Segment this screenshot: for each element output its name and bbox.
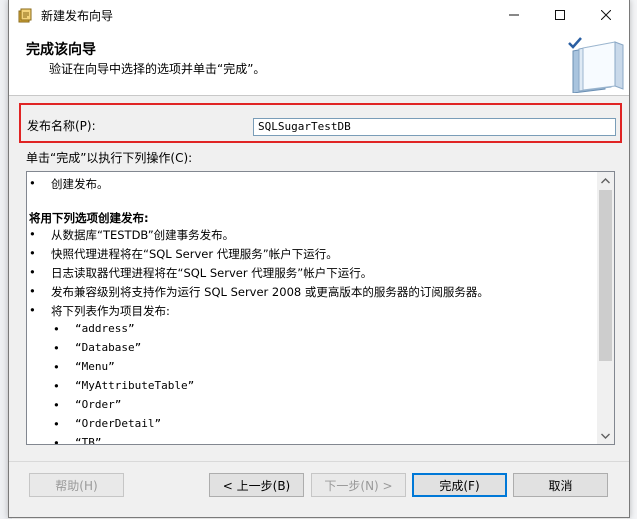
publication-name-input[interactable]: SQLSugarTestDB [253, 118, 616, 136]
bullet: • [29, 265, 36, 279]
scroll-down-button[interactable] [597, 427, 614, 444]
bullet: • [53, 417, 60, 431]
wizard-header: 完成该向导 验证在向导中选择的选项并单击“完成”。 [9, 31, 629, 96]
article-name: “Menu” [75, 360, 115, 373]
article-name: “TB” [75, 436, 102, 445]
footer-divider [9, 461, 629, 462]
bullet: • [53, 341, 60, 355]
bullet: • [53, 379, 60, 393]
article-name: “OrderDetail” [75, 417, 162, 430]
page-subtitle: 验证在向导中选择的选项并单击“完成”。 [49, 62, 266, 76]
summary-scrollbar[interactable] [597, 172, 614, 444]
page-title: 完成该向导 [26, 42, 96, 58]
wizard-app-icon [18, 8, 32, 23]
bullet: • [29, 176, 36, 190]
summary-option-2: 快照代理进程将在“SQL Server 代理服务”帐户下运行。 [51, 247, 338, 261]
article-name: “Database” [75, 341, 142, 354]
bullet: • [29, 284, 36, 298]
summary-option-5: 将下列表作为项目发布: [51, 304, 170, 318]
window-title: 新建发布向导 [41, 9, 114, 23]
bullet: • [29, 246, 36, 260]
help-button[interactable]: 帮助(H) [29, 473, 124, 497]
close-button[interactable] [583, 0, 629, 31]
minimize-button[interactable] [491, 0, 537, 31]
summary-option-1: 从数据库“TESTDB”创建事务发布。 [51, 228, 235, 242]
cancel-button[interactable]: 取消 [513, 473, 608, 497]
summary-option-3: 日志读取器代理进程将在“SQL Server 代理服务”帐户下运行。 [51, 266, 373, 280]
summary-option-4: 发布兼容级别将支持作为运行 SQL Server 2008 或更高版本的服务器的… [51, 285, 489, 299]
chevron-up-icon [601, 177, 610, 183]
chevron-down-icon [601, 433, 610, 439]
wizard-window: 新建发布向导 完成该向导 验证在向导中选择的选项并单击“完成”。 发布名称(P)… [8, 0, 630, 518]
scroll-thumb[interactable] [599, 190, 612, 361]
summary-create: 创建发布。 [51, 177, 109, 191]
maximize-icon [555, 8, 565, 24]
bullet: • [53, 322, 60, 336]
article-name: “Order” [75, 398, 122, 411]
publication-name-row: 发布名称(P): SQLSugarTestDB [19, 103, 622, 143]
actions-label: 单击“完成”以执行下列操作(C): [26, 151, 193, 165]
close-icon [600, 8, 612, 24]
finish-button[interactable]: 完成(F) [412, 473, 507, 497]
article-name: “address” [75, 322, 135, 335]
scroll-up-button[interactable] [597, 172, 614, 189]
minimize-icon [509, 8, 519, 24]
bullet: • [29, 303, 36, 317]
bullet: • [53, 436, 60, 445]
summary-textbox[interactable]: • 创建发布。 将用下列选项创建发布: • 从数据库“TESTDB”创建事务发布… [26, 171, 615, 445]
bullet: • [53, 360, 60, 374]
bullet: • [53, 398, 60, 412]
book-check-icon [568, 37, 624, 93]
next-button[interactable]: 下一步(N) > [311, 473, 406, 497]
back-button[interactable]: < 上一步(B) [209, 473, 304, 497]
article-name: “MyAttributeTable” [75, 379, 195, 392]
maximize-button[interactable] [537, 0, 583, 31]
title-bar[interactable]: 新建发布向导 [9, 0, 629, 31]
summary-section-title: 将用下列选项创建发布: [29, 211, 149, 225]
publication-name-label: 发布名称(P): [27, 119, 96, 133]
bullet: • [29, 227, 36, 241]
